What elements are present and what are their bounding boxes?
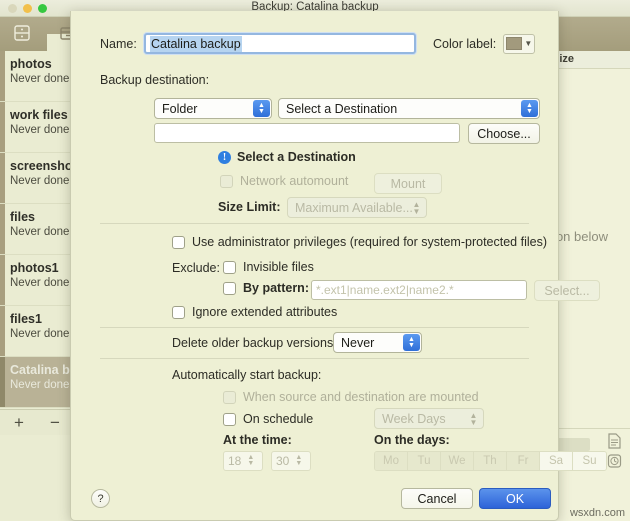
- days-selector[interactable]: Mo Tu We Th Fr Sa Su: [374, 451, 607, 471]
- destination-target-dropdown[interactable]: Select a Destination ▲ ▼: [278, 98, 540, 119]
- destination-target-value: Select a Destination: [286, 101, 398, 116]
- day-toggle[interactable]: Su: [573, 452, 606, 470]
- content-side-icons: [607, 433, 622, 469]
- by-pattern-checkbox[interactable]: [223, 281, 236, 295]
- color-label-dropdown[interactable]: ▼: [503, 33, 536, 54]
- remove-task-button[interactable]: −: [50, 414, 60, 431]
- day-toggle[interactable]: Sa: [540, 452, 573, 470]
- admin-privileges-label: Use administrator privileges (required f…: [192, 235, 547, 249]
- sidebar-item-accent: [0, 102, 5, 152]
- admin-privileges-checkbox[interactable]: [172, 235, 185, 249]
- sidebar-item-accent: [0, 51, 5, 101]
- pattern-input[interactable]: *.ext1|name.ext2|name2.*: [311, 280, 527, 300]
- destination-warning: ! Select a Destination: [218, 150, 356, 164]
- name-label: Name:: [100, 36, 137, 51]
- destination-type-value: Folder: [162, 101, 198, 116]
- pattern-placeholder: *.ext1|name.ext2|name2.*: [316, 283, 454, 297]
- day-toggle[interactable]: Fr: [507, 452, 540, 470]
- ignore-xattr-label: Ignore extended attributes: [192, 305, 338, 319]
- delete-older-label: Delete older backup versions:: [172, 336, 337, 350]
- network-automount-label: Network automount: [240, 174, 349, 188]
- network-automount-row: Network automount: [220, 174, 348, 188]
- admin-privileges-row: Use administrator privileges (required f…: [172, 235, 547, 249]
- watermark: wsxdn.com: [569, 507, 625, 519]
- chevron-updown-icon: ▲ ▼: [295, 454, 303, 467]
- by-pattern-label: By pattern:: [243, 281, 309, 295]
- minute-value: 30: [276, 454, 290, 468]
- invisible-files-checkbox[interactable]: [223, 260, 236, 274]
- chevron-updown-icon: ▲ ▼: [412, 199, 421, 216]
- hour-stepper[interactable]: 18 ▲ ▼: [223, 451, 263, 471]
- exclude-label: Exclude:: [172, 261, 220, 275]
- destination-warning-text: Select a Destination: [237, 150, 356, 164]
- ok-button[interactable]: OK: [479, 488, 551, 509]
- chevron-updown-icon: ▲ ▼: [521, 100, 538, 117]
- mount-button[interactable]: Mount: [374, 173, 442, 194]
- chevron-down-icon: ▼: [524, 38, 533, 48]
- add-task-button[interactable]: +: [14, 414, 24, 431]
- on-schedule-row: On schedule: [223, 412, 313, 426]
- day-toggle[interactable]: Mo: [375, 452, 408, 470]
- history-clock-icon[interactable]: [607, 453, 622, 469]
- app-root: Backup: Catalina backup B photosNever do…: [0, 0, 630, 521]
- sidebar-item-accent: [0, 255, 5, 305]
- size-limit-value: Maximum Available...: [295, 200, 413, 215]
- select-pattern-button[interactable]: Select...: [534, 280, 600, 301]
- when-mounted-label: When source and destination are mounted: [243, 390, 479, 404]
- size-limit-label: Size Limit:: [218, 200, 281, 214]
- on-schedule-checkbox[interactable]: [223, 412, 236, 426]
- color-label-label: Color label:: [433, 36, 497, 51]
- when-mounted-checkbox[interactable]: [223, 390, 236, 404]
- sidebar-item-accent: [0, 204, 5, 254]
- divider: [100, 358, 529, 359]
- invisible-files-label: Invisible files: [243, 260, 314, 274]
- on-schedule-label: On schedule: [243, 412, 314, 426]
- chevron-updown-icon: ▲ ▼: [247, 454, 255, 467]
- color-swatch: [506, 37, 523, 50]
- ignore-xattr-row: Ignore extended attributes: [172, 305, 337, 319]
- destination-type-dropdown[interactable]: Folder ▲ ▼: [154, 98, 272, 119]
- chevron-updown-icon: ▲ ▼: [253, 100, 270, 117]
- minute-stepper[interactable]: 30 ▲ ▼: [271, 451, 311, 471]
- network-automount-checkbox[interactable]: [220, 174, 233, 188]
- destination-section-title: Backup destination:: [100, 73, 210, 87]
- day-toggle[interactable]: We: [441, 452, 474, 470]
- backup-settings-sheet: Name: Catalina backup Color label: ▼ Bac…: [70, 11, 607, 521]
- sidebar-item-accent: [0, 306, 5, 356]
- drawers-icon[interactable]: [10, 22, 34, 44]
- at-time-label: At the time:: [223, 433, 292, 447]
- info-icon: !: [218, 150, 231, 164]
- on-days-label: On the days:: [374, 433, 450, 447]
- choose-button[interactable]: Choose...: [468, 123, 540, 144]
- content-message: on below: [555, 229, 608, 244]
- divider: [100, 223, 529, 224]
- invisible-files-row: Invisible files: [223, 260, 314, 274]
- sidebar-item-accent: [0, 153, 5, 203]
- sidebar-item-accent: [0, 357, 5, 407]
- schedule-section-title: Automatically start backup:: [172, 368, 322, 382]
- when-mounted-row: When source and destination are mounted: [223, 390, 479, 404]
- cancel-button[interactable]: Cancel: [401, 488, 473, 509]
- divider: [100, 327, 529, 328]
- delete-older-value: Never: [341, 335, 375, 350]
- chevron-updown-icon: ▲ ▼: [403, 334, 420, 351]
- size-limit-dropdown[interactable]: Maximum Available... ▲ ▼: [287, 197, 427, 218]
- name-input-value: Catalina backup: [150, 35, 242, 52]
- help-button[interactable]: ?: [91, 489, 110, 508]
- by-pattern-row: By pattern:: [223, 281, 309, 295]
- name-row: Name: Catalina backup Color label: ▼: [100, 33, 540, 54]
- hour-value: 18: [228, 454, 242, 468]
- log-document-icon[interactable]: [607, 433, 622, 449]
- day-toggle[interactable]: Th: [474, 452, 507, 470]
- destination-path-input[interactable]: [154, 123, 460, 143]
- frequency-dropdown[interactable]: Week Days ▲ ▼: [374, 408, 484, 429]
- frequency-value: Week Days: [382, 411, 446, 426]
- ignore-xattr-checkbox[interactable]: [172, 305, 185, 319]
- day-toggle[interactable]: Tu: [408, 452, 441, 470]
- name-input[interactable]: Catalina backup: [144, 33, 416, 54]
- delete-older-dropdown[interactable]: Never ▲ ▼: [333, 332, 422, 353]
- chevron-updown-icon: ▲ ▼: [469, 410, 478, 427]
